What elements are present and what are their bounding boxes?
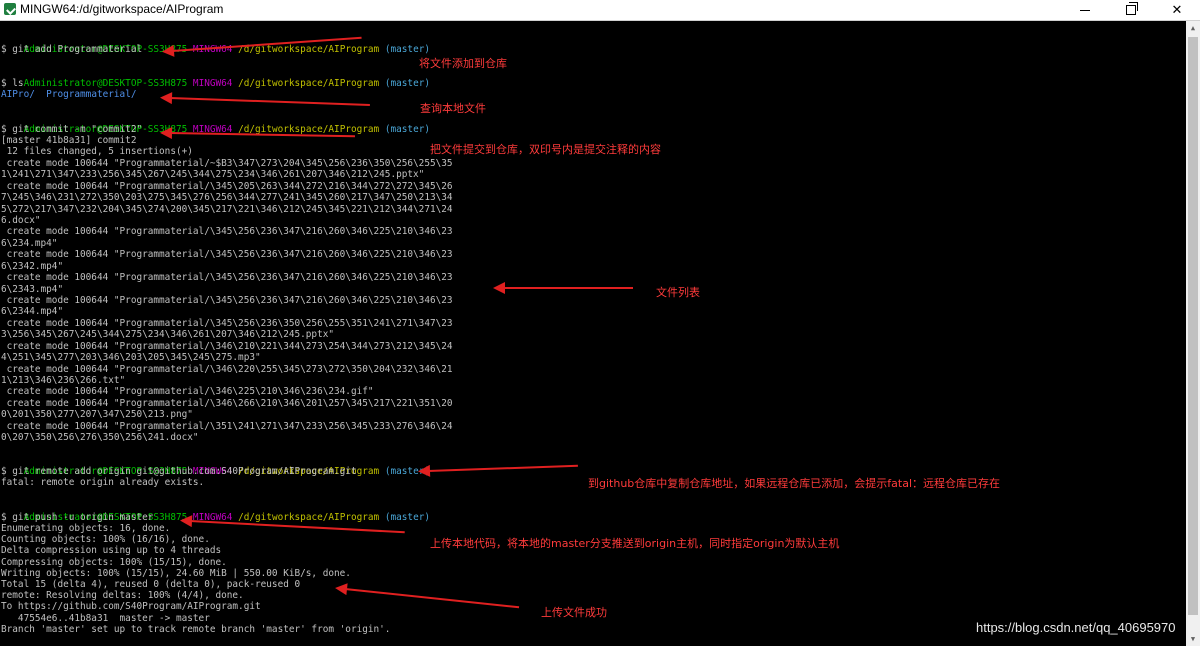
command-line: $ git add Programmaterial [1, 44, 143, 55]
output-line: 6\2344.mp4" [1, 306, 64, 318]
output-line: create mode 100644 "Programmaterial/\345… [1, 295, 453, 307]
scroll-thumb[interactable] [1188, 37, 1198, 615]
output-line: create mode 100644 "Programmaterial/\345… [1, 180, 453, 192]
output-line: create mode 100644 "Programmaterial/\351… [1, 420, 453, 432]
ls-output: AIPro/ Programmaterial/ [1, 89, 136, 100]
prompt-path: /d/gitworkspace/AIProgram [238, 78, 380, 89]
output-line: 6.docx" [1, 215, 41, 226]
annotation-ls: 查询本地文件 [420, 102, 486, 115]
output-line: 5\272\217\347\232\204\345\274\200\345\21… [1, 203, 453, 215]
annotation-success: 上传文件成功 [541, 606, 607, 619]
minimize-button[interactable] [1062, 0, 1108, 20]
annotation-remote: 到github仓库中复制仓库地址，如果远程仓库已添加，会提示fatal：远程仓库… [588, 477, 1000, 490]
terminal-output[interactable]: Administrator@DESKTOP-SS3H875 MINGW64 /d… [0, 21, 1186, 646]
prompt-line: Administrator@DESKTOP-SS3H875 MINGW64 /d… [1, 33, 430, 55]
output-line: create mode 100644 "Programmaterial/\345… [1, 249, 453, 261]
prompt-path: /d/gitworkspace/AIProgram [238, 512, 380, 523]
output-line: 6\234.mp4" [1, 237, 58, 249]
output-line: 47554e6..41b8a31 master -> master [1, 612, 210, 624]
maximize-icon [1126, 2, 1138, 15]
annotation-commit: 把文件提交到仓库，双印号内是提交注释的内容 [430, 143, 661, 156]
prompt-branch: (master) [384, 78, 431, 89]
command-line: $ ls [1, 78, 24, 89]
output-line: 0\201\350\277\207\347\250\213.png" [1, 409, 193, 421]
output-line: 1\213\346\236\266.txt" [1, 375, 126, 387]
output-line: create mode 100644 "Programmaterial/\345… [1, 317, 453, 329]
output-line: Enumerating objects: 16, done. [1, 523, 171, 534]
maximize-button[interactable] [1108, 0, 1154, 20]
prompt-line: Administrator@DESKTOP-SS3H875 MINGW64 /d… [1, 455, 430, 477]
output-line: fatal: remote origin already exists. [1, 477, 205, 488]
output-line: 7\245\346\231\272\350\203\275\345\276\25… [1, 192, 453, 204]
output-line: To https://github.com/S40Program/AIProgr… [1, 601, 261, 613]
output-line: create mode 100644 "Programmaterial/~$B3… [1, 157, 453, 169]
prompt-branch: (master) [384, 512, 431, 523]
annotation-add: 将文件添加到仓库 [419, 57, 507, 70]
dir-entry: AIPro/ [1, 89, 35, 100]
prompt-branch: (master) [384, 44, 431, 55]
close-icon: ✕ [1171, 2, 1183, 18]
output-line: Delta compression using up to 4 threads [1, 545, 222, 557]
prompt-line: Administrator@DESKTOP-SS3H875 MINGW64 /d… [1, 113, 430, 135]
scroll-down-arrow-icon[interactable]: ▼ [1186, 632, 1200, 646]
output-line: create mode 100644 "Programmaterial/\346… [1, 397, 453, 409]
output-line: 1\241\271\347\233\256\345\267\245\344\27… [1, 169, 425, 181]
output-line: Counting objects: 100% (16/16), done. [1, 534, 210, 546]
minimize-icon [1080, 9, 1090, 11]
output-line: Total 15 (delta 4), reused 0 (delta 0), … [1, 579, 301, 590]
vertical-scrollbar[interactable]: ▲ ▼ [1186, 21, 1200, 646]
output-line: [master 41b8a31] commit2 [1, 135, 137, 146]
output-line: 6\2342.mp4" [1, 260, 64, 272]
window-title: MINGW64:/d/gitworkspace/AIProgram [20, 2, 224, 16]
command-line: $ git commit -m "commit2" [1, 124, 143, 135]
output-line: create mode 100644 "Programmaterial/\345… [1, 226, 453, 238]
output-line: Compressing objects: 100% (15/15), done. [1, 556, 227, 568]
output-line: 0\207\350\256\276\350\256\241.docx" [1, 432, 199, 444]
prompt-branch: (master) [384, 124, 431, 135]
scroll-up-arrow-icon[interactable]: ▲ [1186, 21, 1200, 35]
prompt-line: Administrator@DESKTOP-SS3H875 MINGW64 /d… [1, 67, 430, 89]
prompt-system: MINGW64 [192, 78, 233, 89]
output-line: Writing objects: 100% (15/15), 24.60 MiB… [1, 567, 351, 579]
prompt-user: Administrator@DESKTOP-SS3H875 [23, 78, 188, 89]
output-line: create mode 100644 "Programmaterial/\345… [1, 272, 453, 284]
prompt-line: Administrator@DESKTOP-SS3H875 MINGW64 /d… [1, 501, 430, 523]
dir-entry: Programmaterial/ [46, 89, 137, 100]
output-line: 3\256\345\267\245\344\275\234\346\261\20… [1, 329, 335, 341]
watermark: https://blog.csdn.net/qq_40695970 [976, 620, 1176, 635]
annotation-push: 上传本地代码，将本地的master分支推送到origin主机，同时指定origi… [430, 537, 840, 550]
command-line: $ git push -u origin master [1, 512, 154, 523]
output-line: create mode 100644 "Programmaterial/\346… [1, 340, 453, 352]
annotation-arrow-icon [493, 282, 633, 294]
output-line: create mode 100644 "Programmaterial/\346… [1, 386, 374, 398]
command-line: $ git remote add origin git@github.com:S… [1, 466, 357, 477]
git-bash-icon [4, 3, 16, 15]
output-line: remote: Resolving deltas: 100% (4/4), do… [1, 590, 244, 602]
close-button[interactable]: ✕ [1154, 0, 1200, 20]
output-line: create mode 100644 "Programmaterial/\346… [1, 363, 453, 375]
title-bar: MINGW64:/d/gitworkspace/AIProgram ✕ [0, 0, 1200, 21]
annotation-files: 文件列表 [656, 286, 700, 299]
output-line: 4\251\345\277\203\346\203\205\345\245\27… [1, 352, 261, 364]
output-line: 6\2343.mp4" [1, 283, 64, 295]
output-line: 12 files changed, 5 insertions(+) [1, 146, 193, 158]
output-line: Branch 'master' set up to track remote b… [1, 623, 391, 635]
